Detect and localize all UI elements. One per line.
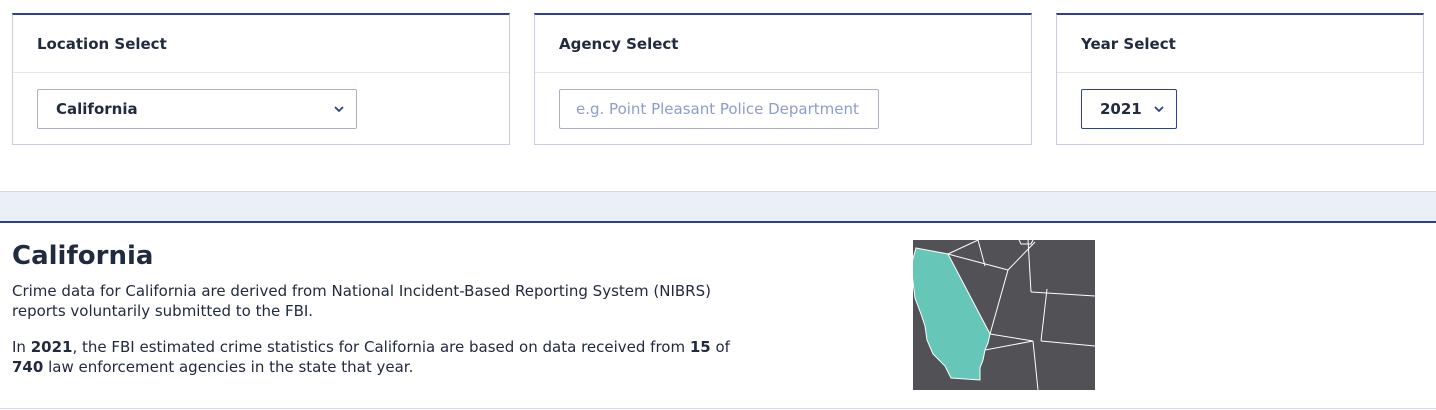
location-select-title: Location Select — [13, 15, 509, 73]
year-select-dropdown[interactable]: 2021 — [1081, 89, 1177, 129]
stats-total-count: 740 — [12, 358, 44, 376]
agency-search-input[interactable]: e.g. Point Pleasant Police Department — [559, 89, 879, 129]
agency-search-placeholder: e.g. Point Pleasant Police Department — [576, 100, 859, 118]
stats-year: 2021 — [30, 338, 73, 356]
stats-middle: , the FBI estimated crime statistics for… — [72, 338, 690, 356]
year-select-title: Year Select — [1057, 15, 1423, 73]
year-select-panel: Year Select 2021 — [1056, 13, 1424, 145]
stats-prefix: In — [12, 338, 31, 356]
filter-panels: Location Select California Agency Select… — [12, 13, 1424, 145]
agency-select-panel: Agency Select e.g. Point Pleasant Police… — [534, 13, 1032, 145]
stats-suffix: law enforcement agencies in the state th… — [43, 358, 414, 376]
stats-of: of — [710, 338, 730, 356]
location-select-panel: Location Select California — [12, 13, 510, 145]
state-locator-map — [913, 240, 1095, 390]
section-divider-band — [0, 191, 1436, 223]
state-description: Crime data for California are derived fr… — [12, 282, 711, 320]
state-stats-text: In 2021, the FBI estimated crime statist… — [12, 337, 732, 377]
year-select-value: 2021 — [1100, 100, 1142, 118]
chevron-down-icon — [1154, 106, 1164, 112]
agency-select-title: Agency Select — [535, 15, 1031, 73]
location-select-value: California — [56, 100, 138, 118]
chevron-down-icon — [334, 106, 344, 112]
section-bottom-rule — [0, 408, 1436, 409]
location-select-dropdown[interactable]: California — [37, 89, 357, 129]
stats-reporting-count: 15 — [689, 338, 711, 356]
state-title: California — [12, 241, 154, 271]
